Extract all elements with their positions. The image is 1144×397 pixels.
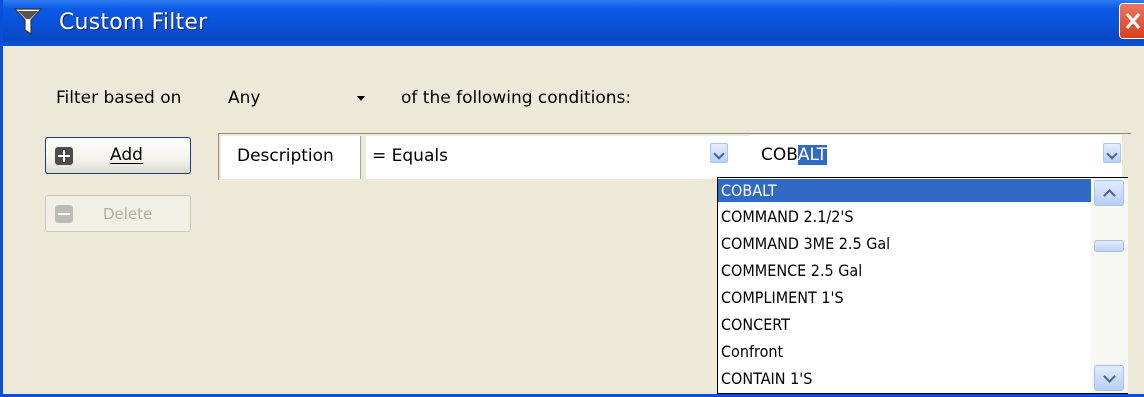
condition-value-typed: COB xyxy=(761,145,798,165)
dropdown-arrow-icon[interactable] xyxy=(357,96,365,101)
dropdown-item[interactable]: COMPLIMENT 1'S xyxy=(718,286,1091,309)
condition-value-autocomplete: ALT xyxy=(797,145,828,165)
dialog-body: Filter based on Any of the following con… xyxy=(6,46,1144,394)
value-chevron-down-icon[interactable] xyxy=(1103,143,1121,163)
filter-based-on-label: Filter based on xyxy=(56,88,182,108)
scroll-thumb[interactable] xyxy=(1094,240,1124,252)
dropdown-item[interactable]: Confront xyxy=(718,340,1091,363)
condition-operator-select[interactable]: = Equals xyxy=(366,136,755,179)
dropdown-item[interactable]: CONCERT xyxy=(718,313,1091,336)
condition-value-input[interactable]: COBALT xyxy=(749,135,1122,180)
title-bar[interactable]: Custom Filter xyxy=(3,0,1144,46)
delete-button-label: Delete xyxy=(103,205,153,223)
condition-value-text: COBALT xyxy=(761,145,828,165)
match-mode-value: Any xyxy=(228,88,261,108)
add-button[interactable]: Add xyxy=(45,137,191,174)
custom-filter-dialog: Custom Filter Filter based on Any of the… xyxy=(0,0,1144,397)
value-dropdown-list[interactable]: COBALT COMMAND 2.1/2'S COMMAND 3ME 2.5 G… xyxy=(717,177,1128,394)
dropdown-item[interactable]: CONTAIN 1'S xyxy=(718,367,1091,390)
scroll-down-icon[interactable] xyxy=(1094,365,1124,391)
filter-funnel-icon xyxy=(13,8,43,36)
scroll-up-icon[interactable] xyxy=(1094,180,1124,206)
delete-button[interactable]: Delete xyxy=(45,195,191,232)
dropdown-item-selected[interactable]: COBALT xyxy=(718,179,1091,202)
operator-chevron-down-icon[interactable] xyxy=(710,143,728,163)
conditions-label: of the following conditions: xyxy=(401,88,632,108)
condition-field-value: Description xyxy=(237,146,334,166)
minus-icon xyxy=(55,205,73,223)
close-icon xyxy=(1125,13,1141,29)
close-button[interactable] xyxy=(1119,3,1144,39)
dropdown-item[interactable]: COMMENCE 2.5 Gal xyxy=(718,259,1091,282)
match-mode-select[interactable]: Any xyxy=(214,79,382,117)
dropdown-item[interactable]: COMMAND 2.1/2'S xyxy=(718,205,1091,228)
dropdown-item[interactable]: COMMAND 3ME 2.5 Gal xyxy=(718,232,1091,255)
dropdown-scrollbar[interactable] xyxy=(1091,178,1128,393)
condition-operator-value: = Equals xyxy=(372,146,448,166)
plus-icon xyxy=(55,147,73,165)
add-button-label: Add xyxy=(110,145,143,165)
condition-field-cell[interactable]: Description xyxy=(221,136,361,179)
window-title: Custom Filter xyxy=(59,10,208,35)
